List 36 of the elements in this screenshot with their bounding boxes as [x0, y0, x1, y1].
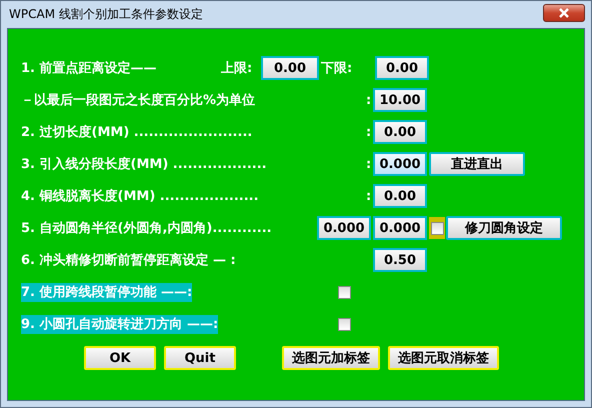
value-field[interactable]: 0.50 — [373, 248, 427, 272]
checkbox[interactable] — [338, 286, 351, 298]
dialog-button[interactable]: Quit — [164, 346, 236, 370]
lower-limit-field[interactable]: 0.00 — [375, 56, 429, 80]
colon-label: : — [366, 188, 372, 204]
dialog-button[interactable]: 选图元加标签 — [282, 346, 380, 370]
checkbox[interactable] — [429, 217, 445, 239]
upper-limit-field[interactable]: 0.00 — [261, 56, 319, 80]
setting-label: 5. 自动圆角半径(外圆角,内圆角)............ — [21, 220, 273, 237]
colon-label: : — [366, 92, 372, 108]
value-field[interactable]: 0.00 — [373, 184, 427, 208]
setting-label: 2. 过切长度(MM) ........................ — [21, 124, 254, 141]
upper-limit-label: 上限: — [221, 60, 254, 77]
value-field[interactable]: 0.000 — [317, 216, 371, 240]
checkbox[interactable] — [338, 318, 351, 330]
lower-limit-label: 下限: — [321, 60, 354, 77]
setting-label: 1. 前置点距离设定—— — [21, 60, 158, 77]
window-title: WPCAM 线割个别加工条件参数设定 — [8, 6, 203, 23]
value-field[interactable]: 0.000 — [373, 216, 427, 240]
colon-label: : — [366, 124, 372, 140]
value-field[interactable]: 0.000 — [373, 152, 427, 176]
action-button[interactable]: 修刀圆角设定 — [446, 216, 562, 240]
action-button[interactable]: 直进直出 — [429, 152, 525, 176]
value-field[interactable]: 10.00 — [373, 88, 427, 112]
value-field[interactable]: 0.00 — [373, 120, 427, 144]
setting-label: －以最后一段图元之长度百分比%为单位 — [21, 92, 256, 109]
dialog-button[interactable]: OK — [84, 346, 156, 370]
close-icon — [557, 8, 571, 18]
colon-label: : — [366, 156, 372, 172]
setting-label: 4. 铜线脱离长度(MM) .................... — [21, 188, 260, 205]
dialog-button[interactable]: 选图元取消标签 — [388, 346, 499, 370]
setting-label: 7. 使用跨线段暂停功能 ——: — [21, 283, 192, 302]
setting-label: 6. 冲头精修切断前暂停距离设定 — : — [21, 252, 237, 269]
setting-label: 9. 小圆孔自动旋转进刀方向 ——: — [21, 315, 218, 334]
setting-label: 3. 引入线分段长度(MM) ................... — [21, 156, 268, 173]
close-button[interactable] — [543, 4, 585, 22]
